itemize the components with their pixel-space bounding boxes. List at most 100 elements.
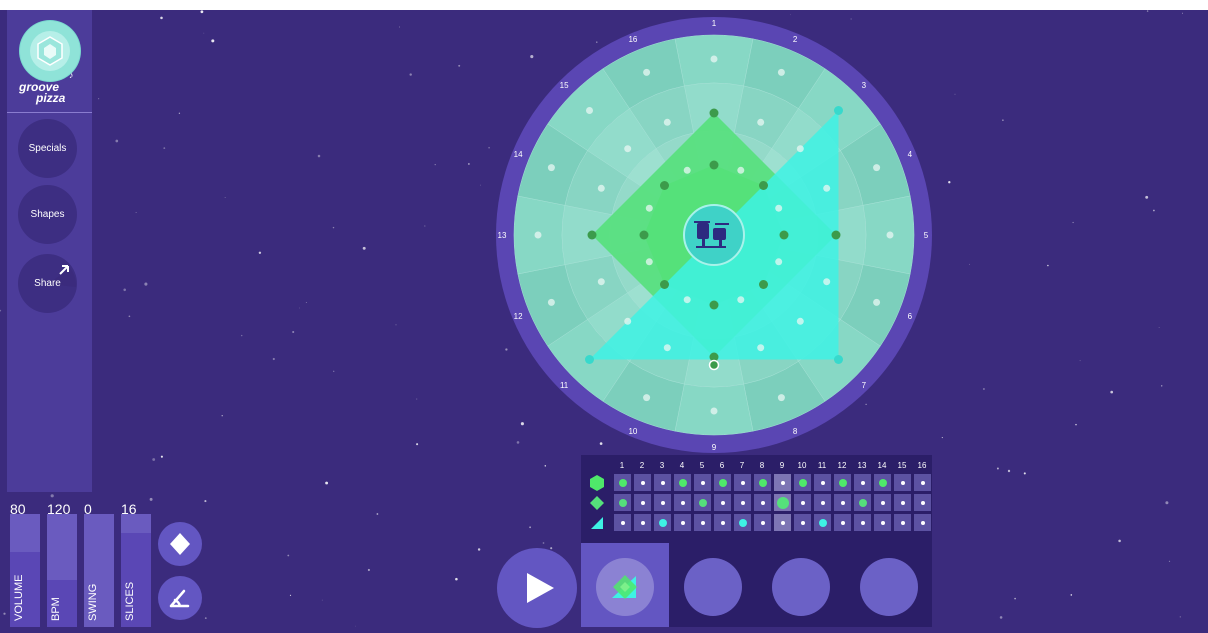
beat-dot[interactable] (597, 184, 605, 192)
sequencer-step-cell[interactable] (654, 474, 671, 491)
sequencer-step-cell[interactable] (774, 514, 791, 531)
sequencer-step-cell[interactable] (714, 474, 731, 491)
beat-dot[interactable] (873, 298, 881, 306)
beat-dot[interactable] (796, 145, 804, 153)
diamond-shape-button[interactable] (158, 522, 202, 566)
beat-dot[interactable] (873, 164, 881, 172)
sequencer-step-cell[interactable] (634, 474, 651, 491)
beat-dot[interactable] (597, 278, 605, 286)
sequencer-step-cell[interactable] (674, 494, 691, 511)
sequencer-step-cell[interactable] (834, 494, 851, 511)
sequencer-step-cell[interactable] (754, 474, 771, 491)
beat-dot[interactable] (709, 108, 719, 118)
sequencer-step-cell[interactable] (694, 514, 711, 531)
sequencer-step-cell[interactable] (814, 494, 831, 511)
sequencer-step-cell[interactable] (874, 474, 891, 491)
triangle-shape-button[interactable] (158, 576, 202, 620)
sequencer-step-cell[interactable] (614, 474, 631, 491)
beat-dot[interactable] (796, 317, 804, 325)
sequencer-step-cell[interactable] (854, 474, 871, 491)
beat-dot[interactable] (759, 181, 768, 190)
sequencer-step-cell[interactable] (714, 514, 731, 531)
sequencer-step-cell[interactable] (754, 494, 771, 511)
shapes-button[interactable]: Shapes (18, 185, 77, 244)
beat-dot[interactable] (834, 106, 843, 115)
beat-dot[interactable] (823, 278, 831, 286)
sequencer-step-cell[interactable] (894, 494, 911, 511)
beat-dot[interactable] (663, 118, 671, 126)
beat-dot[interactable] (639, 230, 649, 240)
sequencer-step-cell[interactable] (754, 514, 771, 531)
beat-dot[interactable] (759, 280, 768, 289)
beat-dot[interactable] (645, 258, 653, 266)
beat-dot[interactable] (709, 160, 719, 170)
pattern-tab-3[interactable] (757, 543, 845, 627)
beat-dot[interactable] (757, 118, 765, 126)
sequencer-step-cell[interactable] (874, 494, 891, 511)
sequencer-step-cell[interactable] (914, 474, 931, 491)
sequencer-step-cell[interactable] (854, 514, 871, 531)
sequencer-step-cell[interactable] (914, 494, 931, 511)
beat-dot[interactable] (663, 344, 671, 352)
sequencer-step-cell[interactable] (694, 494, 711, 511)
sequencer-step-cell[interactable] (634, 514, 651, 531)
beat-dot[interactable] (710, 55, 718, 63)
beat-dot[interactable] (779, 230, 789, 240)
sequencer-step-cell[interactable] (794, 474, 811, 491)
sequencer-step-cell[interactable] (674, 514, 691, 531)
beat-dot[interactable] (831, 230, 841, 240)
sequencer-step-cell[interactable] (774, 494, 791, 511)
sequencer-step-cell[interactable] (834, 514, 851, 531)
beat-dot[interactable] (777, 394, 785, 402)
sequencer-step-cell[interactable] (614, 494, 631, 511)
beat-dot[interactable] (709, 300, 719, 310)
beat-dot[interactable] (547, 298, 555, 306)
sequencer-step-cell[interactable] (734, 474, 751, 491)
hexagon-icon[interactable] (588, 474, 606, 492)
beat-dot[interactable] (624, 145, 632, 153)
sequencer-step-cell[interactable] (854, 494, 871, 511)
beat-dot[interactable] (534, 231, 542, 239)
beat-dot[interactable] (775, 258, 783, 266)
play-button[interactable] (497, 548, 577, 628)
sequencer-step-cell[interactable] (614, 514, 631, 531)
beat-dot[interactable] (775, 204, 783, 212)
pattern-tab-4[interactable] (845, 543, 933, 627)
sequencer-step-cell[interactable] (794, 494, 811, 511)
beat-dot[interactable] (683, 166, 691, 174)
diamond-icon[interactable] (588, 494, 606, 512)
sequencer-step-cell[interactable] (714, 494, 731, 511)
beat-dot[interactable] (757, 344, 765, 352)
beat-dot[interactable] (585, 355, 594, 364)
beat-dot[interactable] (660, 280, 669, 289)
groove-pizza-logo-icon[interactable]: ♪ (19, 20, 81, 82)
beat-dot[interactable] (886, 231, 894, 239)
sequencer-step-cell[interactable] (674, 474, 691, 491)
sequencer-step-cell[interactable] (774, 474, 791, 491)
beat-dot[interactable] (624, 317, 632, 325)
sequencer-step-cell[interactable] (894, 514, 911, 531)
beat-dot[interactable] (834, 355, 843, 364)
sequencer-step-cell[interactable] (654, 494, 671, 511)
groove-pizza-wheel[interactable]: 12345678910111213141516 (494, 10, 934, 455)
sequencer-step-cell[interactable] (894, 474, 911, 491)
beat-dot[interactable] (643, 394, 651, 402)
beat-dot[interactable] (643, 68, 651, 76)
sequencer-step-cell[interactable] (834, 474, 851, 491)
sequencer-step-cell[interactable] (634, 494, 651, 511)
sequencer-step-cell[interactable] (914, 514, 931, 531)
beat-dot[interactable] (586, 107, 593, 114)
sequencer-step-cell[interactable] (814, 474, 831, 491)
beat-dot[interactable] (710, 407, 718, 415)
sequencer-step-cell[interactable] (874, 514, 891, 531)
beat-dot[interactable] (645, 204, 653, 212)
beat-dot[interactable] (683, 296, 691, 304)
beat-dot[interactable] (777, 68, 785, 76)
beat-dot[interactable] (660, 181, 669, 190)
sequencer-step-cell[interactable] (794, 514, 811, 531)
sequencer-step-cell[interactable] (734, 494, 751, 511)
share-button[interactable]: Share (18, 254, 77, 313)
sequencer-step-cell[interactable] (734, 514, 751, 531)
sequencer-step-cell[interactable] (814, 514, 831, 531)
specials-button[interactable]: Specials (18, 119, 77, 178)
